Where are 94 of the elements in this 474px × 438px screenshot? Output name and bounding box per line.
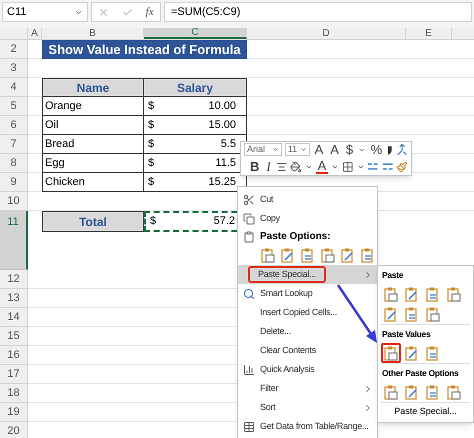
amount-value: 10.00 bbox=[208, 98, 236, 114]
table-cell: Oil bbox=[42, 116, 144, 135]
font-name-field[interactable]: Arial bbox=[244, 143, 282, 156]
column-header[interactable]: A bbox=[28, 28, 42, 39]
row-header[interactable]: 7 bbox=[0, 135, 28, 154]
caret-icon[interactable] bbox=[272, 146, 279, 153]
row-header[interactable]: 9 bbox=[0, 173, 28, 192]
caret-icon[interactable] bbox=[358, 146, 366, 154]
submenu-heading: Other Paste Options bbox=[381, 366, 460, 380]
currency-button[interactable]: $ bbox=[344, 143, 356, 156]
menu-item[interactable]: Insert Copied Cells... bbox=[238, 303, 377, 322]
row-header[interactable]: 11 bbox=[0, 211, 28, 270]
check-icon[interactable] bbox=[122, 6, 133, 18]
row-header[interactable]: 3 bbox=[0, 59, 28, 78]
formula-field[interactable]: =SUM(C5:C9) bbox=[164, 2, 472, 22]
table-cell: Orange bbox=[42, 97, 144, 116]
caret-icon[interactable] bbox=[304, 162, 313, 170]
font-size-field[interactable]: 11 bbox=[284, 143, 310, 156]
row-header[interactable]: 14 bbox=[0, 308, 28, 327]
currency-symbol: $ bbox=[148, 174, 154, 190]
row-header[interactable]: 19 bbox=[0, 403, 28, 422]
amount-value: 15.25 bbox=[208, 174, 236, 190]
fill-color-icon[interactable] bbox=[290, 160, 302, 172]
menu-item[interactable]: Smart Lookup bbox=[238, 284, 377, 303]
caret-icon[interactable] bbox=[331, 162, 339, 170]
menu-item[interactable]: Filter bbox=[238, 379, 377, 398]
paste-option-icon[interactable] bbox=[381, 343, 401, 363]
amount-value: 5.5 bbox=[220, 136, 236, 152]
menu-item[interactable]: Copy bbox=[238, 209, 377, 228]
menu-item[interactable]: Delete... bbox=[238, 322, 377, 341]
table-icon bbox=[243, 420, 255, 432]
title-banner: Show Value Instead of Formula bbox=[42, 40, 247, 59]
row-header[interactable]: 12 bbox=[0, 270, 28, 289]
menu-item[interactable]: Clear Contents bbox=[238, 341, 377, 360]
column-header[interactable]: E bbox=[406, 28, 452, 39]
menu-heading: Paste Options: bbox=[260, 230, 331, 244]
copy-icon bbox=[243, 212, 255, 224]
currency-symbol: $ bbox=[148, 118, 154, 133]
row-header[interactable]: 5 bbox=[0, 97, 28, 116]
italic-button[interactable]: I bbox=[264, 160, 273, 173]
grow-font-button[interactable]: A bbox=[312, 143, 326, 156]
amount-value: 11.5 bbox=[215, 156, 236, 171]
bold-button[interactable]: B bbox=[248, 160, 262, 173]
borders-icon[interactable] bbox=[342, 160, 354, 172]
shrink-font-button[interactable]: A bbox=[328, 143, 341, 156]
scissors-icon bbox=[243, 194, 255, 206]
pointer-arrow bbox=[336, 284, 377, 343]
menu-item[interactable]: Quick Analysis bbox=[238, 360, 377, 379]
row-header[interactable]: 15 bbox=[0, 327, 28, 346]
font-size: 11 bbox=[288, 142, 298, 156]
column-header[interactable]: D bbox=[247, 28, 406, 39]
percent-button[interactable]: % bbox=[368, 143, 384, 156]
insert-function-button[interactable]: fx bbox=[146, 4, 154, 20]
font-color-button[interactable]: A bbox=[316, 159, 328, 174]
currency-symbol: $ bbox=[148, 156, 154, 171]
menu-item[interactable]: Paste Special... bbox=[238, 265, 377, 284]
font-name: Arial bbox=[247, 142, 266, 156]
row-header[interactable]: 2 bbox=[0, 40, 28, 59]
row-header[interactable]: 4 bbox=[0, 78, 28, 97]
row-header[interactable]: 17 bbox=[0, 365, 28, 384]
clipboard-icon bbox=[243, 230, 255, 242]
submenu-heading: Paste Values bbox=[381, 328, 432, 341]
submenu-heading: Paste bbox=[381, 268, 404, 282]
amount-value: 15.00 bbox=[208, 118, 236, 133]
row-header[interactable]: 6 bbox=[0, 116, 28, 135]
row-header[interactable]: 16 bbox=[0, 346, 28, 365]
row-header[interactable]: 10 bbox=[0, 192, 28, 211]
row-header[interactable]: 20 bbox=[0, 422, 28, 438]
column-heading: Salary bbox=[144, 78, 247, 97]
table-cell: Bread bbox=[42, 135, 144, 154]
name-box[interactable]: C11 bbox=[2, 2, 88, 22]
currency-symbol: $ bbox=[150, 214, 156, 230]
cell-reference: C11 bbox=[7, 4, 26, 20]
row-header[interactable]: 13 bbox=[0, 289, 28, 308]
column-header[interactable]: C bbox=[144, 28, 247, 39]
search-icon bbox=[243, 288, 255, 300]
currency-symbol: $ bbox=[148, 98, 154, 114]
menu-item[interactable]: Cut bbox=[238, 190, 377, 209]
row-header[interactable]: 18 bbox=[0, 384, 28, 403]
align-center-icon[interactable] bbox=[276, 160, 288, 172]
currency-symbol: $ bbox=[148, 136, 154, 152]
caret-icon[interactable] bbox=[356, 162, 364, 170]
row-header[interactable]: 8 bbox=[0, 154, 28, 173]
submenu-item[interactable]: Paste Special... bbox=[381, 403, 470, 420]
amount-value: 57.2 bbox=[214, 214, 235, 230]
column-heading: Name bbox=[42, 78, 144, 97]
table-cell: Egg bbox=[42, 154, 144, 173]
menu-item[interactable]: Sort bbox=[238, 398, 377, 417]
table-cell: Chicken bbox=[42, 173, 144, 192]
format-painter-icon[interactable] bbox=[396, 160, 408, 172]
menu-item[interactable]: Get Data from Table/Range... bbox=[238, 417, 377, 436]
chart-icon bbox=[243, 364, 255, 376]
caret-icon[interactable] bbox=[300, 146, 307, 153]
total-label: Total bbox=[42, 211, 144, 232]
